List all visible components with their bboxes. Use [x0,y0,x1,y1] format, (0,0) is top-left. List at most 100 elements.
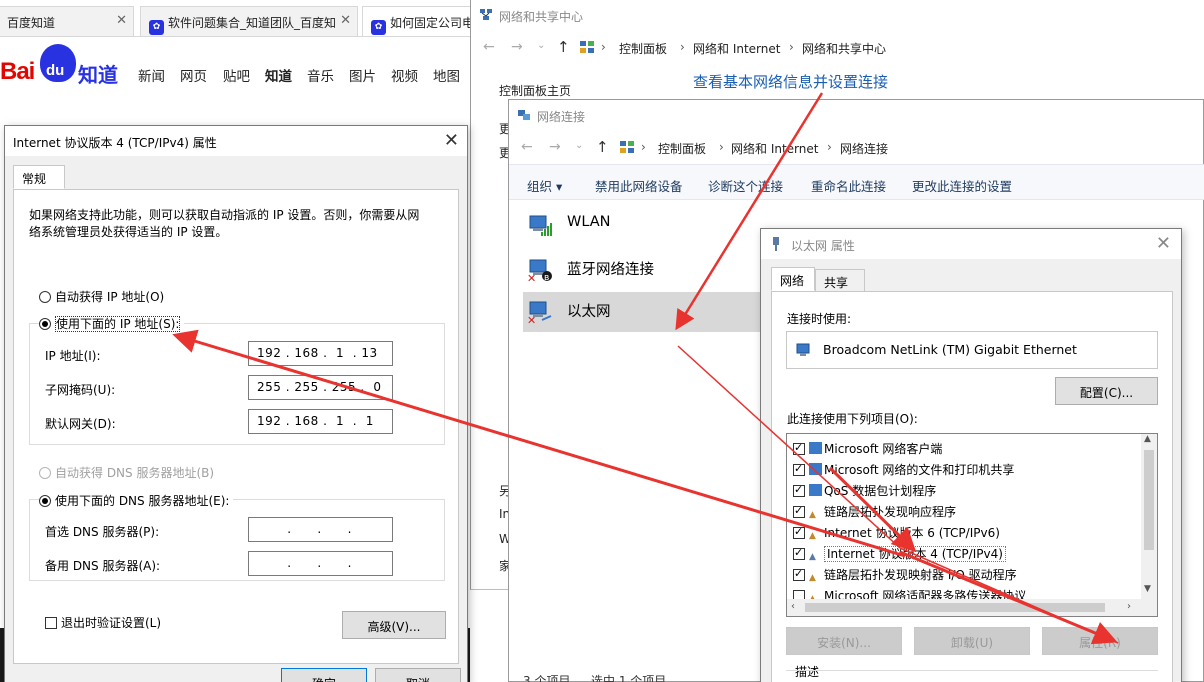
advanced-button[interactable]: 高级(V)... [342,611,446,639]
nav-link[interactable]: 新闻 [138,65,165,85]
list-item-ipv4[interactable]: ▲Internet 协议版本 4 (TCP/IPv4) [793,545,1006,566]
checkbox[interactable] [45,617,57,629]
list-item[interactable]: Microsoft 网络的文件和打印机共享 [793,461,1014,482]
breadcrumb-item[interactable]: 网络和共享中心 [802,40,886,57]
auto-dns-radio[interactable]: 自动获得 DNS 服务器地址(B) [39,464,214,481]
breadcrumb-item[interactable]: 控制面板 [619,40,667,57]
ok-button[interactable]: 确定 [281,668,367,682]
nav-link[interactable]: 图片 [349,65,376,85]
scroll-right-icon[interactable]: › [1127,601,1131,612]
breadcrumb-item[interactable]: 网络和 Internet [731,140,818,157]
forward-arrow-icon[interactable]: → [549,139,561,155]
tab-sharing[interactable]: 共享 [815,269,865,291]
checkbox[interactable] [793,546,805,560]
radio-button[interactable] [39,318,51,330]
close-icon[interactable]: ✕ [340,13,351,28]
close-icon[interactable]: ✕ [444,130,459,151]
close-icon[interactable]: ✕ [1156,233,1171,254]
dialog-titlebar: 以太网 属性 [761,229,1181,259]
radio-button[interactable] [39,291,51,303]
scroll-thumb[interactable] [805,603,1105,612]
manual-ip-radio[interactable]: 使用下面的 IP 地址(S): [39,315,185,332]
svg-text:ʙ: ʙ [544,273,549,282]
control-panel-icon [579,39,595,55]
svg-text:✕: ✕ [527,314,536,324]
control-panel-icon [619,139,635,155]
horizontal-scrollbar[interactable]: ‹ › [787,599,1157,616]
up-arrow-icon[interactable]: ↑ [596,138,609,156]
alternate-dns-field[interactable]: . . . [248,551,393,576]
protocol-icon: ▲ [809,510,816,520]
checkbox[interactable] [793,483,805,497]
tab-network[interactable]: 网络 [771,267,815,291]
list-item[interactable]: Microsoft 网络客户端 [793,440,942,461]
chevron-down-icon[interactable]: ⌄ [537,40,545,51]
breadcrumb-item[interactable]: 网络和 Internet [693,40,780,57]
description-text: 如果网络支持此功能，则可以获取自动指派的 IP 设置。否则，你需要从网 络系统管… [29,208,420,239]
scroll-left-icon[interactable]: ‹ [791,601,795,612]
connection-name: 以太网 [567,304,611,320]
scroll-thumb[interactable] [1144,450,1154,550]
cancel-button[interactable]: 取消 [375,668,461,682]
browser-tab[interactable]: ✿ 软件问题集合_知道团队_百度知 ✕ [140,6,358,36]
vertical-scrollbar[interactable]: ▲ ▼ [1141,434,1157,600]
list-item[interactable]: ▲链路层拓扑发现映射器 I/O 驱动程序 [793,566,1017,587]
checkbox[interactable] [793,525,805,539]
uninstall-button[interactable]: 卸载(U) [914,627,1030,655]
close-icon[interactable]: ✕ [116,13,127,28]
disable-device-button[interactable]: 禁用此网络设备 [595,176,683,195]
preferred-dns-field[interactable]: . . . [248,517,393,542]
nav-link-active[interactable]: 知道 [265,65,292,85]
browser-tab[interactable]: 百度知道 ✕ [0,6,134,36]
rename-button[interactable]: 重命名此连接 [811,176,886,195]
breadcrumb-item[interactable]: 网络连接 [840,140,888,157]
ip-address-field[interactable]: 192 . 168 . 1 . 13 [248,341,393,366]
nav-link[interactable]: 网页 [180,65,207,85]
manual-dns-radio[interactable]: 使用下面的 DNS 服务器地址(E): [39,492,234,509]
protocol-icon: ▲ [809,531,816,541]
subnet-mask-field[interactable]: 255 . 255 . 255 . 0 [248,375,393,400]
scroll-down-icon[interactable]: ▼ [1144,584,1151,594]
chevron-down-icon[interactable]: ⌄ [575,140,583,151]
properties-button[interactable]: 属性(R) [1042,627,1158,655]
nav-link[interactable]: 音乐 [307,65,334,85]
organize-menu[interactable]: 组织 ▾ [527,176,562,195]
list-item[interactable]: QoS 数据包计划程序 [793,482,936,503]
nav-link[interactable]: 地图 [433,65,460,85]
nav-link[interactable]: 贴吧 [223,65,250,85]
wifi-adapter-icon [527,212,553,238]
adapter-name: Broadcom NetLink (TM) Gigabit Ethernet [823,342,1077,357]
radio-button[interactable] [39,495,51,507]
adapter-box: Broadcom NetLink (TM) Gigabit Ethernet [786,331,1158,369]
checkbox[interactable] [793,567,805,581]
browser-tab-active[interactable]: ✿ 如何固定公司电 [362,6,472,36]
checkbox[interactable] [793,504,805,518]
change-settings-button[interactable]: 更改此连接的设置 [912,176,1012,195]
back-arrow-icon[interactable]: ← [483,39,495,55]
list-item[interactable]: ▲链路层拓扑发现响应程序 [793,503,956,524]
radio-button[interactable] [39,467,51,479]
items-label: 此连接使用下列项目(O): [787,412,918,426]
checkbox[interactable] [793,462,805,476]
tab-general[interactable]: 常规 [13,165,65,189]
components-list[interactable]: Microsoft 网络客户端 Microsoft 网络的文件和打印机共享 Qo… [786,433,1158,617]
back-arrow-icon[interactable]: ← [521,139,533,155]
breadcrumb-item[interactable]: 控制面板 [658,140,706,157]
nav-link[interactable]: 视频 [391,65,418,85]
checkbox[interactable] [793,441,805,455]
ethernet-plug-icon [771,236,781,252]
validate-checkbox[interactable]: 退出时验证设置(L) [45,614,161,631]
configure-button[interactable]: 配置(C)... [1055,377,1158,405]
list-item[interactable]: ▲Internet 协议版本 6 (TCP/IPv6) [793,524,1000,545]
forward-arrow-icon[interactable]: → [511,39,523,55]
install-button[interactable]: 安装(N)... [786,627,902,655]
scroll-up-icon[interactable]: ▲ [1144,434,1151,444]
up-arrow-icon[interactable]: ↑ [557,38,570,56]
gateway-field[interactable]: 192 . 168 . 1 . 1 [248,409,393,434]
diagnose-button[interactable]: 诊断这个连接 [708,176,783,195]
breadcrumb-sep: › [827,140,832,154]
status-selected-count: 选中 1 个项目 [591,674,667,682]
protocol-icon: ▲ [809,552,816,562]
sidebar-home-link[interactable]: 控制面板主页 [499,82,571,99]
auto-ip-radio[interactable]: 自动获得 IP 地址(O) [39,288,164,305]
